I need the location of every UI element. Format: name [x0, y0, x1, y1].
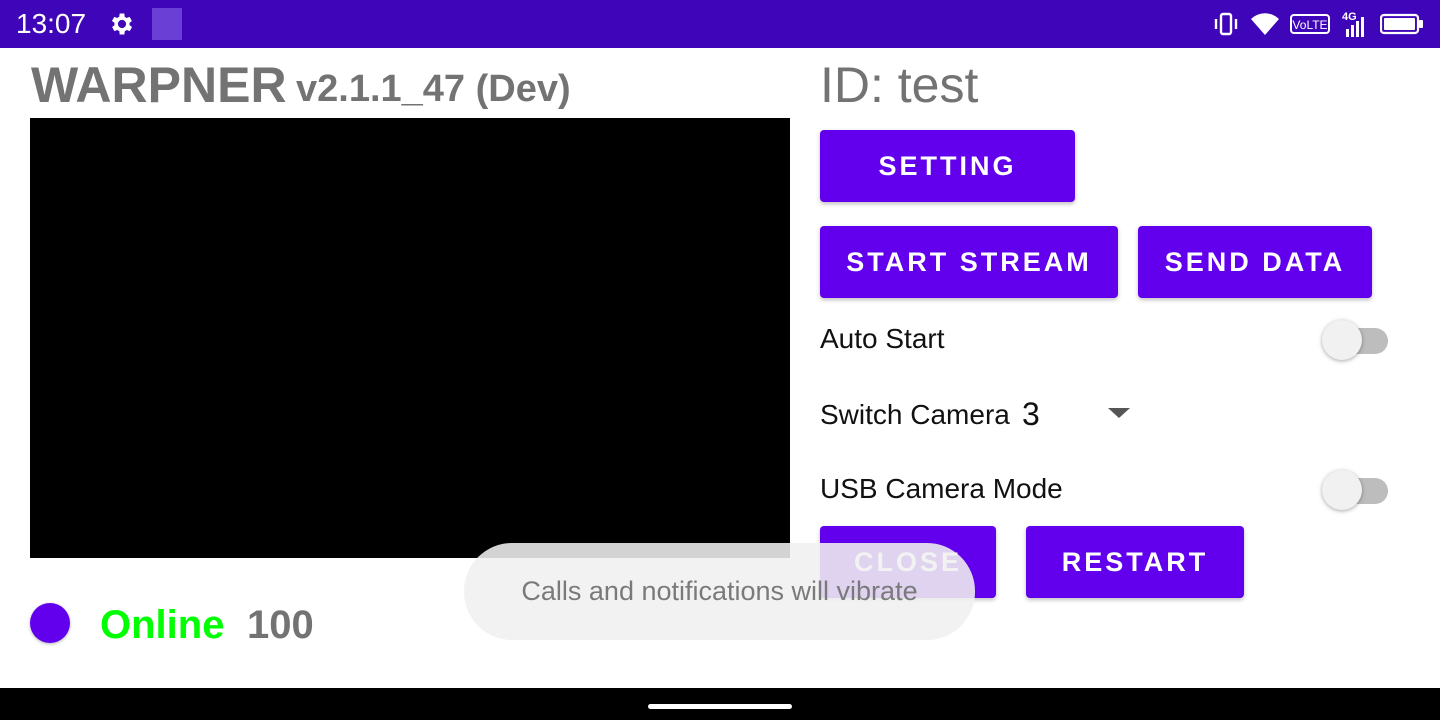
auto-start-label: Auto Start — [820, 323, 945, 354]
setting-button[interactable]: SETTING — [820, 130, 1075, 202]
toggle-thumb — [1322, 470, 1362, 510]
toast-message: Calls and notifications will vibrate — [464, 543, 975, 640]
app-title: WARPNER — [31, 57, 287, 113]
status-indicator-dot — [30, 603, 70, 643]
battery-icon — [1380, 13, 1423, 35]
gear-icon — [111, 13, 133, 35]
volte-label: VoLTE — [1292, 18, 1327, 32]
camera-preview — [30, 118, 790, 558]
network-label: 4G — [1342, 11, 1357, 23]
connection-status: Online — [100, 603, 225, 647]
device-id: ID: test — [820, 57, 979, 113]
auto-start-toggle[interactable] — [1322, 316, 1388, 360]
usb-camera-mode-toggle[interactable] — [1322, 466, 1388, 510]
start-stream-button[interactable]: START STREAM — [820, 226, 1118, 298]
volte-icon: VoLTE — [1290, 14, 1330, 34]
usb-camera-mode-label: USB Camera Mode — [820, 473, 1063, 504]
wifi-icon — [1251, 13, 1279, 35]
send-data-button[interactable]: SEND DATA — [1138, 226, 1372, 298]
status-bar: 13:07 VoLTE 4G — [0, 0, 1440, 48]
toggle-thumb — [1322, 320, 1362, 360]
status-icons: VoLTE 4G — [1212, 8, 1424, 40]
status-time: 13:07 — [16, 8, 87, 39]
switch-camera-label: Switch Camera — [820, 399, 1010, 430]
status-count: 100 — [247, 603, 314, 647]
restart-button[interactable]: RESTART — [1026, 526, 1244, 598]
home-gesture-handle[interactable] — [648, 704, 792, 709]
signal-4g-icon: 4G — [1342, 11, 1364, 37]
dropdown-arrow-icon[interactable] — [1108, 408, 1130, 418]
app-square-icon — [152, 8, 182, 40]
navigation-bar — [0, 688, 1440, 720]
switch-camera-select[interactable]: 3 — [1022, 395, 1040, 433]
app-version: v2.1.1_47 (Dev) — [296, 68, 571, 110]
vibrate-icon — [1214, 12, 1238, 36]
